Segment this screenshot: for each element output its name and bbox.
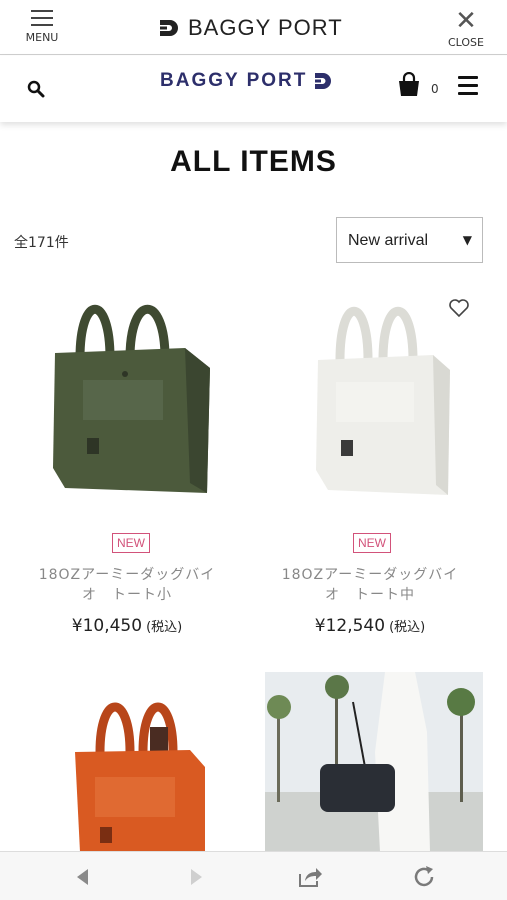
site-logo-text: BAGGY PORT xyxy=(160,70,308,91)
site-logo[interactable]: BAGGY PORT xyxy=(160,70,333,92)
price-tax: (税込) xyxy=(146,620,183,635)
price-value: ¥12,540 xyxy=(314,616,386,636)
heart-icon[interactable] xyxy=(448,298,470,318)
brand-logo-icon xyxy=(160,20,178,36)
product-card[interactable] xyxy=(0,672,253,852)
chevron-down-icon: ▼ xyxy=(462,233,472,247)
site-logo-icon xyxy=(315,73,332,89)
item-count: 全171件 xyxy=(14,235,69,251)
forward-icon[interactable] xyxy=(183,864,209,890)
product-card[interactable]: NEW 18OZアーミーダッグバイ オ トート中 ¥12,540 (税込) xyxy=(253,280,507,640)
app-brand: BAGGY PORT xyxy=(158,14,343,42)
menu-button[interactable]: MENU xyxy=(22,10,62,44)
product-price: ¥12,540 (税込) xyxy=(260,616,480,636)
app-bar: MENU BAGGY PORT ✕ CLOSE xyxy=(0,0,507,55)
share-icon[interactable] xyxy=(297,864,323,890)
menu-icon xyxy=(31,10,53,26)
product-image[interactable] xyxy=(25,672,235,852)
product-name-line1: 18OZアーミーダッグバイ xyxy=(281,567,459,583)
product-card[interactable] xyxy=(253,672,507,852)
browser-toolbar xyxy=(0,851,507,900)
sort-select[interactable]: New arrival ▼ xyxy=(336,217,483,263)
product-name[interactable]: 18OZアーミーダッグバイ オ トート小 xyxy=(17,565,237,605)
product-price: ¥10,450 (税込) xyxy=(17,616,237,636)
new-badge: NEW xyxy=(353,533,391,553)
cart-count: 0 xyxy=(431,82,439,96)
product-name[interactable]: 18OZアーミーダッグバイ オ トート中 xyxy=(260,565,480,605)
site-header: BAGGY PORT 0 xyxy=(0,56,507,122)
hamburger-icon[interactable] xyxy=(458,76,478,100)
product-name-line2: オ トート小 xyxy=(82,587,172,603)
close-label: CLOSE xyxy=(447,36,484,49)
product-name-line2: オ トート中 xyxy=(325,587,415,603)
sort-selected-value: New arrival xyxy=(348,232,429,249)
close-button[interactable]: ✕ CLOSE xyxy=(445,6,487,49)
product-image[interactable] xyxy=(25,288,235,508)
price-value: ¥10,450 xyxy=(71,616,143,636)
new-badge: NEW xyxy=(112,533,150,553)
product-image[interactable] xyxy=(278,290,488,510)
search-icon[interactable] xyxy=(27,80,45,98)
menu-label: MENU xyxy=(25,31,59,44)
product-name-line1: 18OZアーミーダッグバイ xyxy=(38,567,216,583)
reload-icon[interactable] xyxy=(412,864,438,890)
close-icon: ✕ xyxy=(455,6,477,36)
cart-icon[interactable] xyxy=(396,72,422,98)
app-brand-name: BAGGY PORT xyxy=(188,15,343,40)
product-image[interactable] xyxy=(265,672,483,852)
page: MENU BAGGY PORT ✕ CLOSE BAGGY PORT 0 ALL… xyxy=(0,0,507,900)
product-card[interactable]: NEW 18OZアーミーダッグバイ オ トート小 ¥10,450 (税込) xyxy=(0,280,253,640)
page-title: ALL ITEMS xyxy=(170,145,337,178)
price-tax: (税込) xyxy=(389,620,426,635)
back-icon[interactable] xyxy=(70,864,96,890)
